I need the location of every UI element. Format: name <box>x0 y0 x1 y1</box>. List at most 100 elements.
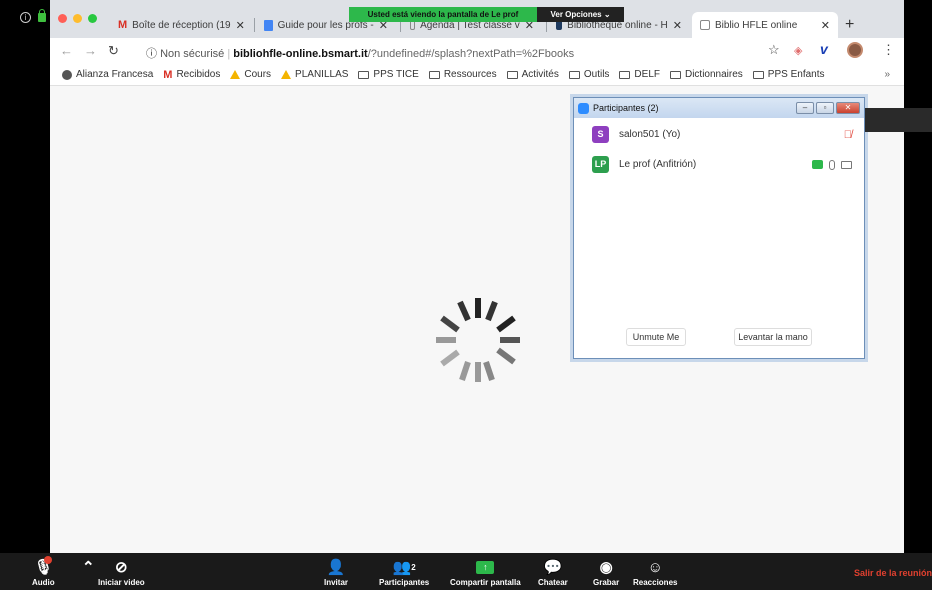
chat-button[interactable]: 💬 Chatear <box>538 556 568 587</box>
participants-panel: Participantes (2) – ▫ ✕ S salon501 (Yo) … <box>573 97 865 359</box>
participants-icon: 👥 2 <box>392 559 416 576</box>
maximize-icon[interactable]: ▫ <box>816 102 834 114</box>
emoji-icon: ☺ <box>647 558 663 576</box>
mic-icon <box>829 159 835 170</box>
audio-button[interactable]: 🎙 Audio <box>32 556 55 587</box>
chevron-up-icon: ⌃ <box>82 559 95 576</box>
bookmark-cours[interactable]: Cours <box>230 69 271 80</box>
audio-label: Audio <box>32 578 55 587</box>
tab-title: Boîte de réception (19 <box>132 19 231 31</box>
tab-biblio-hfle[interactable]: Biblio HFLE online ✕ <box>692 12 838 38</box>
gmail-icon: M <box>118 19 128 31</box>
bookmark-label: Dictionnaires <box>684 69 743 80</box>
alert-badge <box>43 556 52 564</box>
participant-row[interactable]: LP Le prof (Anfitrión) <box>592 156 852 173</box>
chat-icon: 💬 <box>543 559 563 576</box>
screen-share-icon <box>812 160 823 169</box>
leave-meeting-button[interactable]: Salir de la reunión <box>854 568 932 578</box>
bookmark-label: Activités <box>521 69 559 80</box>
folder-icon <box>568 70 580 79</box>
bookmark-pps-enfants[interactable]: PPS Enfants <box>752 69 825 80</box>
participants-button[interactable]: 👥 2 Participantes <box>379 556 429 587</box>
profile-avatar[interactable] <box>847 42 863 58</box>
bookmark-label: Cours <box>244 69 272 80</box>
folder-icon <box>358 70 370 79</box>
bookmark-label: Recibidos <box>176 69 221 80</box>
reload-icon[interactable]: ↻ <box>108 43 119 59</box>
raise-hand-button[interactable]: Levantar la mano <box>734 328 812 346</box>
tab-gmail[interactable]: M Boîte de réception (19 ✕ <box>110 12 250 38</box>
zoom-toolbar: 🎙 Audio ⌃ ⊘ Iniciar video 👤 Invitar 👥 2 P… <box>0 553 932 590</box>
url-field[interactable]: ⓘ Non sécurisé | bibliohfle-online.bsmar… <box>146 45 574 61</box>
share-status-text: Usted está viendo la pantalla de Le prof <box>349 7 537 22</box>
unmute-me-button[interactable]: Unmute Me <box>626 328 686 346</box>
bookmark-label: DELF <box>634 69 660 80</box>
maximize-window-icon[interactable] <box>88 14 97 23</box>
bookmark-planillas[interactable]: PLANILLAS <box>281 69 348 80</box>
mac-menubar-icons: i <box>0 0 50 40</box>
bookmark-delf[interactable]: DELF <box>619 69 660 80</box>
bookmark-label: PPS TICE <box>373 69 419 80</box>
bookmark-outils[interactable]: Outils <box>568 69 610 80</box>
close-tab-icon[interactable]: ✕ <box>821 19 830 32</box>
bookmarks-overflow-icon[interactable]: » <box>884 69 890 80</box>
extension-icon[interactable]: ◈ <box>794 44 802 57</box>
bookmark-ressources[interactable]: Ressources <box>428 69 497 80</box>
start-video-button[interactable]: ⊘ Iniciar video <box>98 556 145 587</box>
vimeo-extension-icon[interactable]: v <box>820 41 828 57</box>
bookmark-label: Alianza Francesa <box>76 69 154 80</box>
bookmark-label: Ressources <box>443 69 497 80</box>
minimize-window-icon[interactable] <box>73 14 82 23</box>
panel-title: Participantes (2) <box>593 103 659 113</box>
close-tab-icon[interactable]: ✕ <box>673 19 682 32</box>
security-label: Non sécurisé <box>160 48 225 60</box>
avatar: S <box>592 126 609 143</box>
bookmark-label: PLANILLAS <box>295 69 349 80</box>
reactions-button[interactable]: ☺ Reacciones <box>633 556 678 588</box>
zoom-icon <box>578 102 589 114</box>
close-tab-icon[interactable]: ✕ <box>236 19 245 32</box>
forward-icon[interactable]: → <box>84 43 97 58</box>
url-path: /?undefined#/splash?nextPath=%2Fbooks <box>367 48 575 60</box>
globe-icon <box>62 69 72 80</box>
info-icon[interactable]: i <box>20 12 31 23</box>
floating-panel-edge <box>865 108 932 132</box>
mic-icon: 🎙 <box>34 556 53 578</box>
folder-icon <box>619 70 631 79</box>
share-screen-button[interactable]: ↑ Compartir pantalla <box>450 556 521 587</box>
audio-options-button[interactable]: ⌃ <box>82 556 95 578</box>
reactions-label: Reacciones <box>633 578 678 587</box>
tab-title: Biblio HFLE online <box>715 19 798 31</box>
docs-icon <box>264 19 273 31</box>
share-screen-icon: ↑ <box>476 556 495 578</box>
avatar: LP <box>592 156 609 173</box>
bookmark-label: Outils <box>583 69 610 80</box>
folder-icon <box>428 70 440 79</box>
bookmark-activites[interactable]: Activités <box>506 69 559 80</box>
bookmark-pps-tice[interactable]: PPS TICE <box>358 69 419 80</box>
minimize-icon[interactable]: – <box>796 102 814 114</box>
folder-icon <box>669 70 681 79</box>
bookmark-recibidos[interactable]: M Recibidos <box>163 69 220 81</box>
menu-kebab-icon[interactable]: ⋮ <box>882 42 895 58</box>
bookmark-alianza[interactable]: Alianza Francesa <box>62 69 153 80</box>
invite-button[interactable]: 👤 Invitar <box>324 556 348 587</box>
panel-titlebar[interactable]: Participantes (2) – ▫ ✕ <box>574 98 864 118</box>
view-options-button[interactable]: Ver Opciones ⌄ <box>537 7 624 22</box>
bookmark-label: PPS Enfants <box>767 69 825 80</box>
record-button[interactable]: ◉ Grabar <box>593 556 619 587</box>
chat-label: Chatear <box>538 578 568 587</box>
page-icon <box>700 20 710 30</box>
close-icon[interactable]: ✕ <box>836 102 860 114</box>
back-icon[interactable]: ← <box>60 43 73 58</box>
participant-row[interactable]: S salon501 (Yo) 🎙̸ <box>592 126 852 143</box>
share-label: Compartir pantalla <box>450 578 521 587</box>
bookmark-dictionnaires[interactable]: Dictionnaires <box>669 69 743 80</box>
new-tab-icon[interactable]: + <box>845 16 854 34</box>
info-icon: ⓘ <box>146 48 161 60</box>
bookmark-star-icon[interactable]: ☆ <box>768 42 780 58</box>
close-window-icon[interactable] <box>58 14 67 23</box>
drive-icon <box>281 70 292 79</box>
mic-muted-icon[interactable]: 🎙̸ <box>844 129 852 141</box>
video-off-icon: ⊘ <box>115 559 128 576</box>
